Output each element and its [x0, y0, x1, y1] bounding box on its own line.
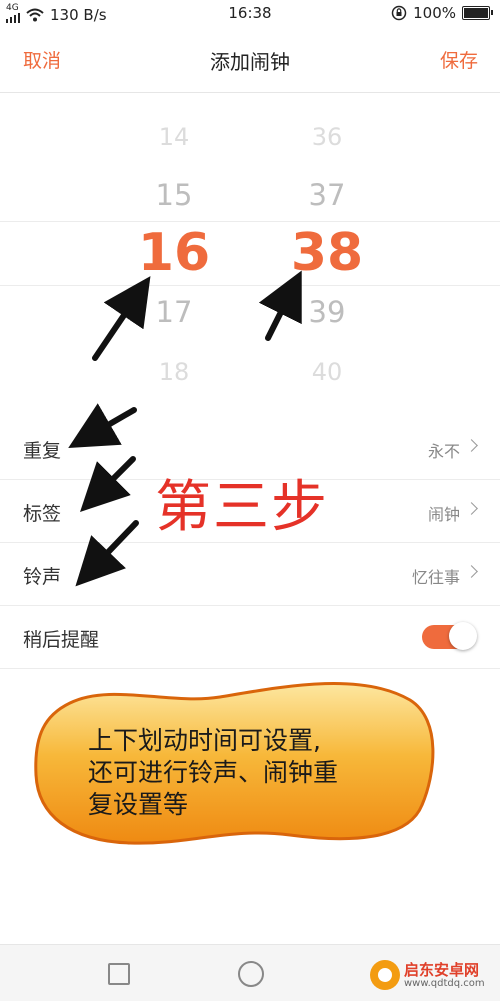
- chevron-right-icon: [465, 502, 478, 515]
- watermark-logo-icon: [370, 960, 400, 990]
- repeat-value: 永不: [427, 442, 460, 461]
- chevron-right-icon: [465, 565, 478, 578]
- toggle-knob: [449, 622, 477, 650]
- callout-text: 上下划动时间可设置, 还可进行铃声、闹钟重 复设置等: [88, 725, 418, 821]
- minute-option[interactable]: 37: [287, 178, 367, 212]
- ringtone-row[interactable]: 铃声 忆往事: [0, 543, 500, 606]
- alarm-lock-icon: [391, 5, 407, 21]
- recent-apps-button[interactable]: [108, 963, 130, 985]
- header-bar: 取消 添加闹钟 保存: [0, 26, 500, 93]
- minute-option[interactable]: 36: [287, 123, 367, 151]
- snooze-row: 稍后提醒: [0, 606, 500, 669]
- battery-icon: [462, 6, 493, 20]
- minute-option[interactable]: 39: [287, 295, 367, 329]
- selected-hour[interactable]: 16: [134, 223, 214, 283]
- hour-option[interactable]: 17: [134, 295, 214, 329]
- selected-minute[interactable]: 38: [287, 223, 367, 283]
- watermark-url: www.qdtdq.com: [404, 977, 485, 989]
- snooze-label: 稍后提醒: [23, 629, 100, 651]
- label-label: 标签: [23, 503, 62, 525]
- minute-option[interactable]: 40: [287, 358, 367, 386]
- ringtone-label: 铃声: [23, 566, 62, 588]
- time-picker[interactable]: 14 15 16 17 18 36 37 38 39 40: [0, 92, 500, 416]
- minute-wheel[interactable]: 36 37 38 39 40: [287, 92, 367, 416]
- snooze-toggle[interactable]: [422, 622, 477, 650]
- step-annotation: 第三步: [155, 475, 329, 540]
- hour-wheel[interactable]: 14 15 16 17 18: [134, 92, 214, 416]
- page-title: 添加闹钟: [210, 50, 290, 74]
- save-button[interactable]: 保存: [440, 46, 478, 73]
- label-value: 闹钟: [427, 505, 460, 524]
- hour-option[interactable]: 15: [134, 178, 214, 212]
- hour-option[interactable]: 14: [134, 123, 214, 151]
- hour-option[interactable]: 18: [134, 358, 214, 386]
- status-bar: 4G 130 B/s 16:38 100%: [0, 0, 500, 26]
- battery-percent: 100%: [413, 4, 456, 22]
- chevron-right-icon: [465, 439, 478, 452]
- status-right: 100%: [391, 4, 493, 22]
- home-button[interactable]: [238, 961, 264, 987]
- watermark-brand: 启东安卓网: [404, 960, 480, 979]
- callout-line: 复设置等: [88, 790, 189, 819]
- repeat-label: 重复: [23, 440, 62, 462]
- watermark: 启东安卓网 www.qdtdq.com: [370, 960, 485, 990]
- callout-line: 上下划动时间可设置,: [88, 726, 321, 755]
- callout-line: 还可进行铃声、闹钟重: [88, 758, 339, 787]
- watermark-text: 启东安卓网 www.qdtdq.com: [404, 962, 485, 989]
- picker-selection-band: [0, 221, 500, 286]
- ringtone-value: 忆往事: [411, 568, 460, 587]
